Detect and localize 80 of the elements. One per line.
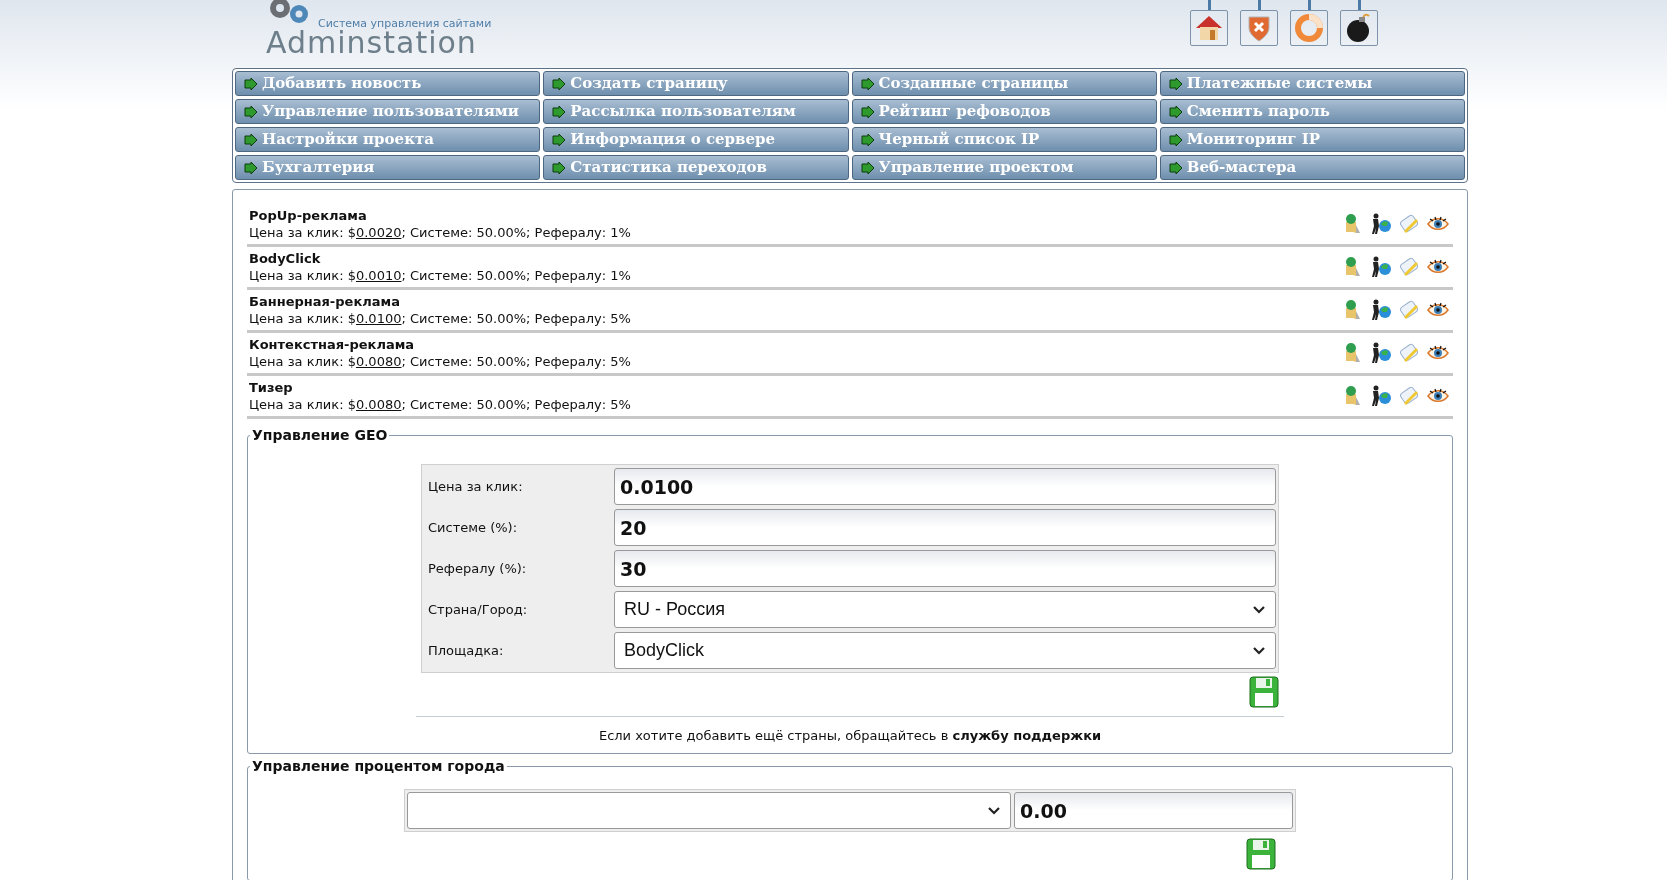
ad-type-details: Цена за клик: $0.0010; Системе: 50.00%; Рефералу: 1% — [249, 267, 631, 284]
person-globe-icon[interactable] — [1369, 342, 1393, 364]
field-label: Страна/Город: — [427, 600, 529, 619]
lifebuoy-icon — [1294, 13, 1324, 43]
support-note: Если хотите добавить ещё страны, обращайтесь в службу поддержки — [598, 728, 1102, 743]
arrow-icon — [244, 161, 258, 174]
home-icon — [1194, 14, 1224, 42]
menu-item[interactable]: Рассылка пользователям — [543, 99, 849, 124]
arrow-icon — [1168, 77, 1183, 90]
menu-item[interactable]: Черный список IP — [851, 127, 1157, 152]
ad-type-title: Тизер — [249, 379, 294, 396]
save-icon[interactable] — [1246, 838, 1276, 870]
city-select[interactable] — [407, 792, 1011, 829]
chevron-down-icon — [987, 805, 1001, 816]
ad-type-title: Контекстная-реклама — [249, 336, 416, 353]
ad-type-details: Цена за клик: $0.0080; Системе: 50.00%; Рефералу: 5% — [249, 396, 631, 413]
menu-item[interactable]: Созданные страницы — [851, 71, 1157, 96]
arrow-icon — [1168, 105, 1183, 118]
arrow-icon — [552, 77, 567, 90]
person-globe-icon[interactable] — [1369, 385, 1393, 407]
field-label: Цена за клик: — [427, 477, 524, 496]
menu-item[interactable]: Статистика переходов — [543, 155, 849, 180]
shield-close-icon — [1247, 14, 1271, 42]
menu-item[interactable]: Рейтинг рефоводов — [851, 99, 1157, 124]
ad-type-details: Цена за клик: $0.0100; Системе: 50.00%; Рефералу: 5% — [249, 310, 631, 327]
arrow-icon — [244, 105, 258, 118]
text-field[interactable]: 30 — [614, 550, 1276, 587]
price-link[interactable]: 0.0080 — [355, 354, 402, 369]
menu-item[interactable]: Управление проектом — [851, 155, 1157, 180]
percent-field[interactable]: 0.00 — [1014, 792, 1293, 829]
select-field[interactable]: BodyClick — [614, 632, 1276, 669]
refresh-button[interactable] — [1290, 10, 1328, 46]
arrow-icon — [1168, 133, 1183, 146]
arrow-icon — [860, 105, 875, 118]
arrow-icon — [552, 105, 567, 118]
home-button[interactable] — [1190, 10, 1228, 46]
arrow-icon — [860, 77, 875, 90]
price-link[interactable]: 0.0080 — [355, 397, 402, 412]
menu-item[interactable]: Информация о сервере — [543, 127, 849, 152]
person-globe-icon[interactable] — [1369, 213, 1393, 235]
menu-item[interactable]: Веб-мастера — [1159, 155, 1465, 180]
city-legend: Управление процентом города — [250, 756, 507, 777]
person-globe-icon[interactable] — [1369, 299, 1393, 321]
arrow-icon — [1168, 161, 1183, 174]
ad-type-details: Цена за клик: $0.0020; Системе: 50.00%; Рефералу: 1% — [249, 224, 631, 241]
text-field[interactable]: 20 — [614, 509, 1276, 546]
arrow-icon — [860, 161, 875, 174]
menu-item[interactable]: Создать страницу — [543, 71, 849, 96]
menu-item[interactable]: Сменить пароль — [1159, 99, 1465, 124]
bomb-button[interactable] — [1340, 10, 1378, 46]
menu-item[interactable]: Платежные системы — [1159, 71, 1465, 96]
menu-item[interactable]: Управление пользователями — [235, 99, 541, 124]
chevron-down-icon — [1252, 604, 1266, 615]
arrow-icon — [552, 133, 567, 146]
arrow-icon — [860, 133, 875, 146]
support-link[interactable]: службу поддержки — [952, 728, 1102, 743]
shield-button[interactable] — [1240, 10, 1278, 46]
select-field[interactable]: RU - Россия — [614, 591, 1276, 628]
arrow-icon — [552, 161, 567, 174]
chevron-down-icon — [1252, 645, 1266, 656]
field-label: Системе (%): — [427, 518, 519, 537]
ad-type-title: Баннерная-реклама — [249, 293, 401, 310]
price-link[interactable]: 0.0010 — [355, 268, 402, 283]
field-label: Рефералу (%): — [427, 559, 528, 578]
menu-item[interactable]: Настройки проекта — [235, 127, 541, 152]
person-globe-icon[interactable] — [1369, 256, 1393, 278]
price-link[interactable]: 0.0020 — [355, 225, 402, 240]
ad-type-title: BodyClick — [249, 250, 322, 267]
arrow-icon — [244, 133, 258, 146]
menu-item[interactable]: Мониторинг IP — [1159, 127, 1465, 152]
text-field[interactable]: 0.0100 — [614, 468, 1276, 505]
price-link[interactable]: 0.0100 — [355, 311, 402, 326]
save-icon[interactable] — [1249, 676, 1279, 708]
ad-type-details: Цена за клик: $0.0080; Системе: 50.00%; Рефералу: 5% — [249, 353, 631, 370]
menu-item[interactable]: Бухгалтерия — [235, 155, 541, 180]
arrow-icon — [244, 77, 258, 90]
field-label: Площадка: — [427, 641, 505, 660]
menu-item[interactable]: Добавить новость — [235, 71, 541, 96]
ad-type-title: PopUp-реклама — [249, 207, 368, 224]
geo-legend: Управление GEO — [250, 425, 390, 446]
